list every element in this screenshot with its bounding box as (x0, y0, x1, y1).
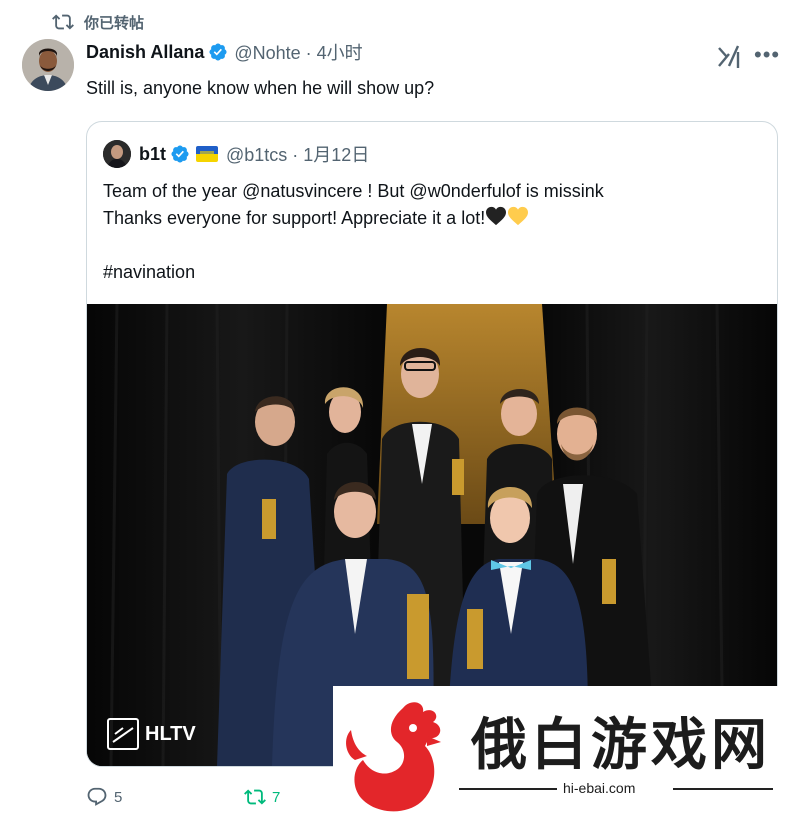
repost-icon (52, 14, 74, 30)
tweet-header: Danish Allana @Nohte · 4小时 (86, 38, 363, 66)
hashtag-link[interactable]: #navination (103, 259, 763, 286)
repost-label: 你已转帖 (84, 14, 145, 32)
quote-avatar[interactable] (103, 140, 131, 168)
tweet-text: Still is, anyone know when he will show … (86, 78, 435, 98)
yellow-heart-icon (508, 206, 529, 226)
ukraine-flag-icon (196, 146, 218, 162)
quote-header: b1t @b1tcs · 1月12日 (103, 140, 369, 168)
quote-line: Team of the year @natusvincere ! But @w0… (103, 181, 604, 201)
repost-indicator: 你已转帖 (52, 10, 144, 34)
quoted-tweet[interactable]: b1t @b1tcs · 1月12日 Team of the year @nat… (86, 121, 778, 767)
quote-line-blank (103, 232, 763, 259)
quote-author-name[interactable]: b1t (139, 144, 166, 165)
reply-count: 5 (114, 788, 123, 806)
watermark-title: 俄白游戏网 (471, 713, 771, 776)
reply-icon (87, 787, 107, 806)
verified-icon (209, 43, 227, 61)
author-name[interactable]: Danish Allana (86, 42, 204, 63)
retweet-icon (244, 789, 266, 805)
hltv-label: HLTV (145, 722, 196, 745)
black-heart-icon (486, 206, 507, 226)
author-handle-time[interactable]: @Nohte · 4小时 (234, 39, 362, 65)
watermark-divider (673, 788, 773, 790)
quote-line: Thanks everyone for support! Appreciate … (103, 208, 486, 228)
hltv-logo-icon (107, 718, 139, 750)
retweet-count: 7 (272, 788, 281, 806)
quote-line-with-hearts: Thanks everyone for support! Appreciate … (103, 205, 763, 232)
watermark-url: hi-ebai.com (563, 780, 636, 796)
retweet-button[interactable]: 7 (244, 786, 280, 808)
action-bar: 5 7 (86, 785, 280, 809)
quote-body: Team of the year @natusvincere ! But @w0… (103, 178, 763, 286)
rooster-logo-icon (346, 702, 441, 812)
site-watermark: 俄白游戏网 hi-ebai.com (333, 686, 800, 825)
verified-icon (171, 145, 189, 163)
grok-icon[interactable] (716, 44, 744, 70)
avatar[interactable] (22, 39, 74, 91)
reply-button[interactable]: 5 (86, 786, 122, 808)
watermark-divider (459, 788, 557, 790)
quote-handle-time[interactable]: @b1tcs · 1月12日 (226, 141, 369, 167)
more-icon[interactable]: ••• (754, 44, 780, 70)
hltv-watermark: HLTV (107, 718, 196, 750)
